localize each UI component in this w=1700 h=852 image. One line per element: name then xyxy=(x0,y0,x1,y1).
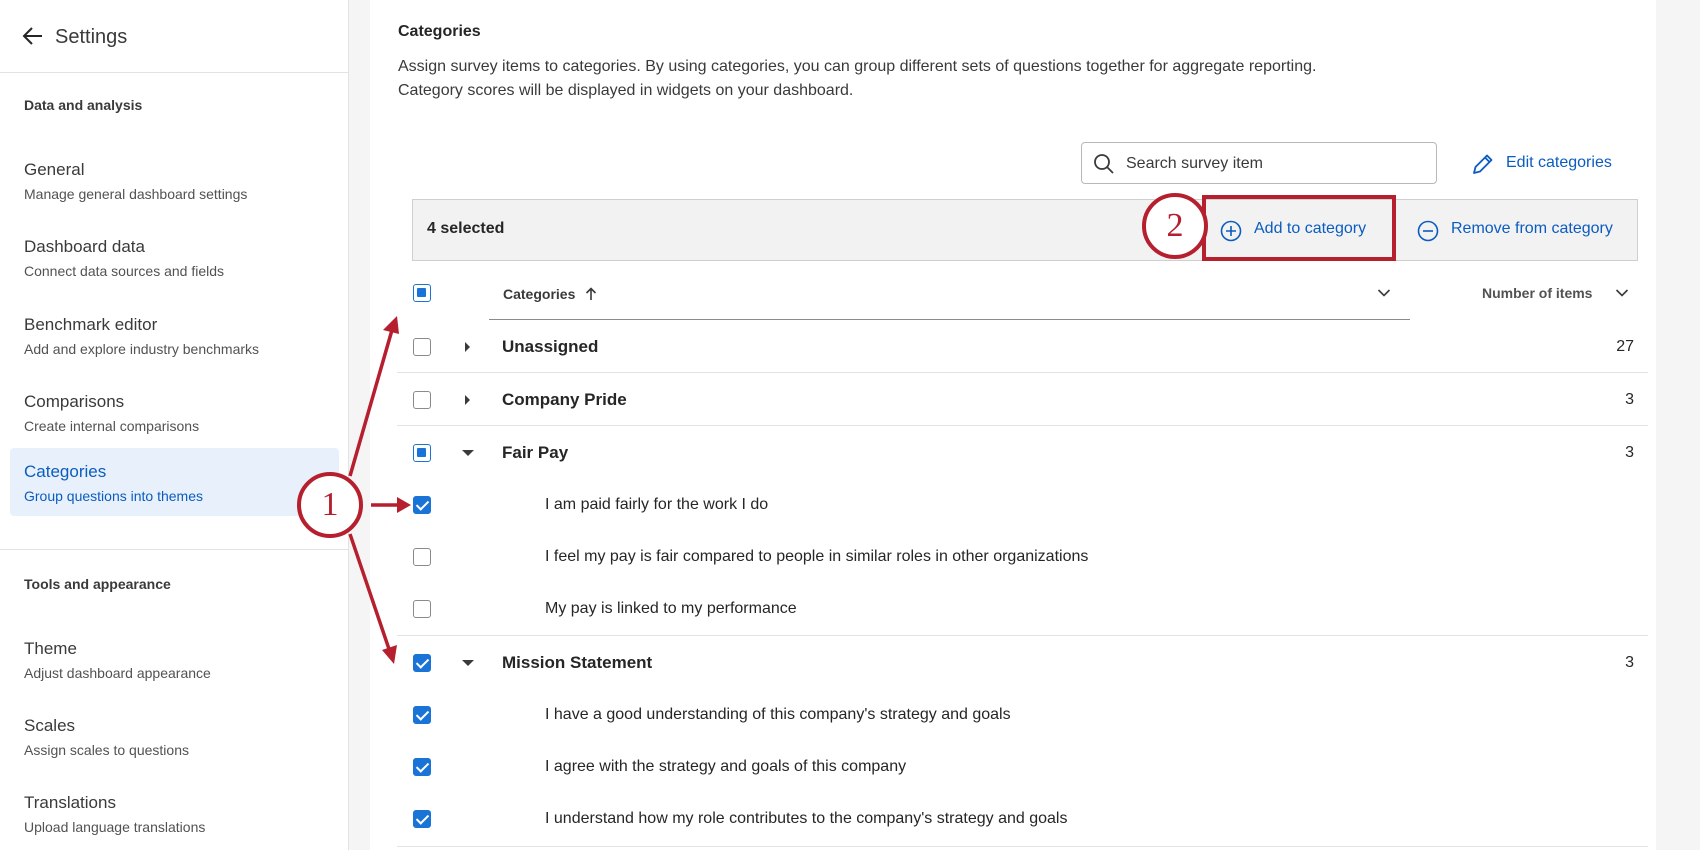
sidebar-item-label: Categories xyxy=(24,462,107,481)
sidebar-divider xyxy=(0,549,348,550)
sidebar-item-dashboard-data[interactable]: Dashboard data Connect data sources and … xyxy=(10,228,339,296)
row-checkbox[interactable] xyxy=(413,391,431,409)
sidebar-item-sub: Connect data sources and fields xyxy=(24,263,225,279)
survey-item-text: I feel my pay is fair compared to people… xyxy=(545,548,1089,565)
survey-item-text: I have a good understanding of this comp… xyxy=(545,706,1011,723)
sidebar-item-sub: Add and explore industry benchmarks xyxy=(24,341,260,357)
caret-right-icon[interactable] xyxy=(465,395,470,405)
header-divider xyxy=(489,319,1410,320)
sidebar-header: Settings xyxy=(0,0,348,73)
row-checkbox[interactable] xyxy=(413,654,431,672)
item-count: 3 xyxy=(1625,654,1634,671)
sidebar-title: Settings xyxy=(55,26,128,48)
description-line: Category scores will be displayed in wid… xyxy=(398,82,854,99)
search-input[interactable] xyxy=(1124,151,1428,177)
back-arrow-icon[interactable] xyxy=(22,25,44,47)
sidebar-item-translations[interactable]: Translations Upload language translation… xyxy=(10,784,339,852)
row-divider xyxy=(397,846,1648,847)
sidebar-item-comparisons[interactable]: Comparisons Create internal comparisons xyxy=(10,383,339,451)
sidebar-item-label: Theme xyxy=(24,639,77,658)
selected-count: 4 selected xyxy=(427,220,505,237)
sidebar-item-theme[interactable]: Theme Adjust dashboard appearance xyxy=(10,630,339,698)
sidebar-item-sub: Create internal comparisons xyxy=(24,418,200,434)
column-header-number[interactable]: Number of items xyxy=(1482,285,1592,301)
sidebar-item-label: Dashboard data xyxy=(24,237,145,256)
category-name: Mission Statement xyxy=(502,653,653,672)
survey-item-text: I am paid fairly for the work I do xyxy=(545,496,769,513)
sidebar-item-sub: Upload language translations xyxy=(24,819,206,835)
section-tools-appearance: Tools and appearance xyxy=(24,576,171,592)
page-description: Assign survey items to categories. By us… xyxy=(398,55,1316,103)
category-name: Unassigned xyxy=(502,337,599,356)
sidebar-item-sub: Manage general dashboard settings xyxy=(24,186,248,202)
sidebar-item-label: Benchmark editor xyxy=(24,315,158,334)
caret-right-icon[interactable] xyxy=(465,342,470,352)
sort-ascending-icon xyxy=(586,287,597,300)
description-line: Assign survey items to categories. By us… xyxy=(398,58,1317,75)
chevron-down-icon[interactable] xyxy=(1615,288,1629,298)
row-checkbox[interactable] xyxy=(413,548,431,566)
row-checkbox[interactable] xyxy=(413,338,431,356)
sidebar-item-general[interactable]: General Manage general dashboard setting… xyxy=(10,151,339,219)
sidebar-item-label: Scales xyxy=(24,716,76,735)
sidebar-item-label: Translations xyxy=(24,793,116,812)
sidebar-item-sub: Adjust dashboard appearance xyxy=(24,665,211,681)
caret-down-icon[interactable] xyxy=(462,450,474,456)
sidebar-item-categories[interactable]: Categories Group questions into themes xyxy=(10,448,339,516)
survey-item-text: My pay is linked to my performance xyxy=(545,600,797,617)
column-header-label: Categories xyxy=(503,286,576,302)
annotation-highlight-box xyxy=(1202,195,1396,261)
column-header-categories[interactable]: Categories xyxy=(503,285,597,302)
row-divider xyxy=(397,425,1648,426)
caret-down-icon[interactable] xyxy=(462,660,474,666)
minus-circle-icon xyxy=(1417,220,1439,242)
pencil-icon xyxy=(1473,154,1493,174)
sidebar-item-label: General xyxy=(24,160,85,179)
row-checkbox[interactable] xyxy=(413,706,431,724)
page-title: Categories xyxy=(398,23,481,40)
survey-item-text: I agree with the strategy and goals of t… xyxy=(545,758,907,775)
row-checkbox[interactable] xyxy=(413,600,431,618)
row-checkbox[interactable] xyxy=(413,444,431,462)
annotation-step-1: 1 xyxy=(297,472,363,538)
item-count: 3 xyxy=(1625,444,1634,461)
select-all-checkbox[interactable] xyxy=(413,284,431,302)
category-name: Fair Pay xyxy=(502,443,569,462)
chevron-down-icon[interactable] xyxy=(1377,288,1391,298)
sidebar-item-benchmark-editor[interactable]: Benchmark editor Add and explore industr… xyxy=(10,306,339,374)
sidebar-item-sub: Assign scales to questions xyxy=(24,742,189,758)
item-count: 27 xyxy=(1616,338,1634,355)
section-data-analysis: Data and analysis xyxy=(24,97,143,113)
survey-item-text: I understand how my role contributes to … xyxy=(545,810,1068,827)
row-checkbox[interactable] xyxy=(413,810,431,828)
edit-categories-label: Edit categories xyxy=(1506,154,1612,171)
row-checkbox[interactable] xyxy=(413,496,431,514)
sidebar-item-sub: Group questions into themes xyxy=(24,488,203,504)
category-name: Company Pride xyxy=(502,390,627,409)
search-icon xyxy=(1094,154,1114,174)
row-divider xyxy=(397,635,1648,636)
sidebar-item-scales[interactable]: Scales Assign scales to questions xyxy=(10,707,339,775)
annotation-step-2: 2 xyxy=(1142,193,1208,259)
row-divider xyxy=(397,372,1648,373)
remove-from-category-label: Remove from category xyxy=(1451,220,1613,237)
sidebar-item-label: Comparisons xyxy=(24,392,125,411)
item-count: 3 xyxy=(1625,391,1634,408)
row-checkbox[interactable] xyxy=(413,758,431,776)
sidebar: Settings Data and analysis General Manag… xyxy=(0,0,349,850)
search-box xyxy=(1081,142,1437,184)
